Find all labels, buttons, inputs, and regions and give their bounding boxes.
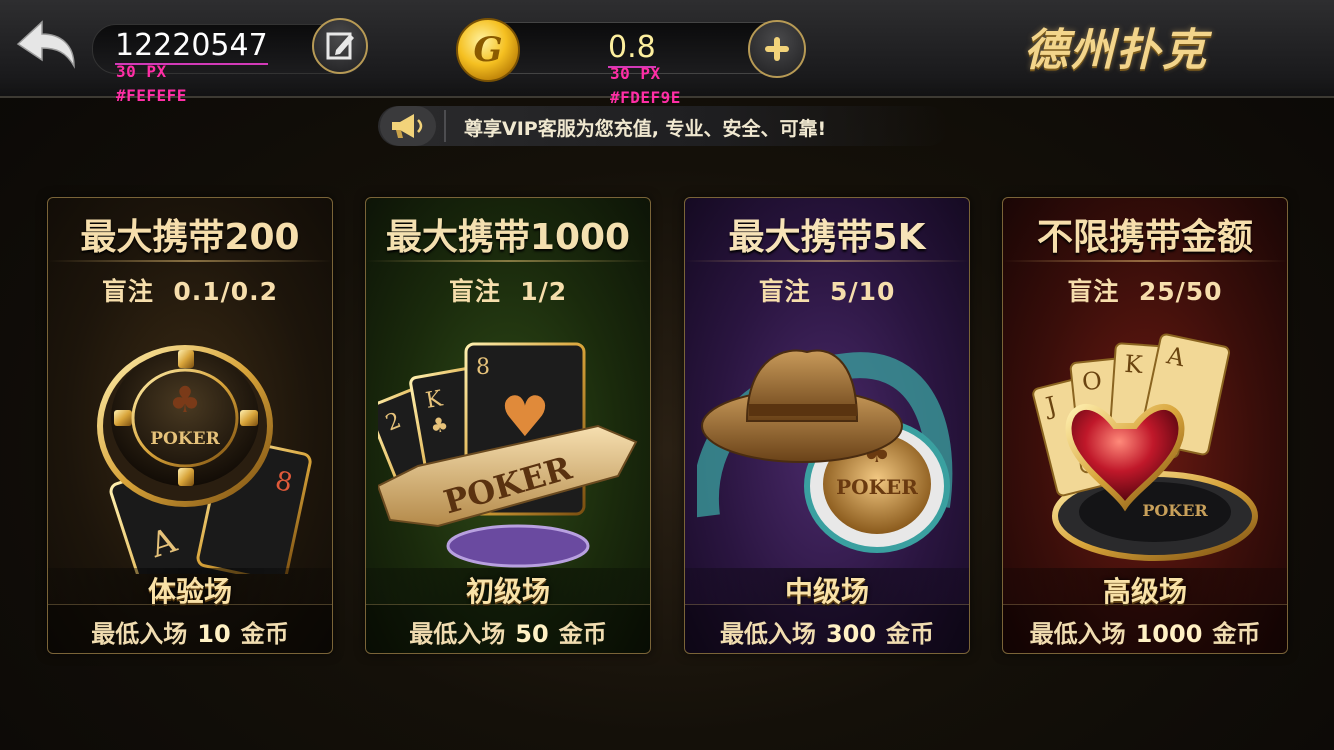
- room-card-intermediate[interactable]: 最大携带5K 盲注 5/10 ♣ POKER 中级场 最低入场 300 金币: [684, 197, 970, 654]
- room-card-advanced[interactable]: 不限携带金额 盲注 25/50 J O K A POKER 高级场 最低入场 10…: [1002, 197, 1288, 654]
- blind-value: 5/10: [830, 277, 896, 306]
- user-id-text: 12220547: [115, 28, 268, 65]
- min-entry: 最低入场 50 金币: [366, 614, 650, 649]
- room-blind: 盲注 1/2: [366, 272, 650, 308]
- coin-balance-text: 0.8: [608, 30, 656, 68]
- min-entry-unit: 金币: [886, 620, 935, 648]
- min-entry-label: 最低入场: [91, 620, 188, 648]
- card-rank: 8: [476, 355, 490, 380]
- coin-icon: G: [456, 18, 520, 82]
- blind-label: 盲注: [1067, 277, 1120, 306]
- blind-label: 盲注: [758, 277, 811, 306]
- heart-gem-chip-illustration: J O K A POKER: [1032, 333, 1258, 561]
- card-letter: O: [1081, 366, 1104, 396]
- poker-text: POKER: [150, 429, 220, 449]
- room-carry-limit: 不限携带金额: [1036, 217, 1253, 258]
- blind-label: 盲注: [448, 277, 501, 306]
- id-size-annotation: 30 PX: [116, 62, 167, 81]
- notice-divider: [444, 110, 446, 142]
- room-carry-limit: 最大携带200: [80, 217, 300, 258]
- min-entry-unit: 金币: [558, 620, 607, 648]
- room-blind: 盲注 0.1/0.2: [48, 272, 332, 308]
- edit-button[interactable]: [312, 18, 368, 74]
- min-entry-label: 最低入场: [409, 620, 506, 648]
- coin-color-annotation: #FDEF9E: [610, 88, 681, 107]
- room-card-trial[interactable]: 最大携带200 盲注 0.1/0.2 A 8 ♣ POKER 体验场 最低入场 1…: [47, 197, 333, 654]
- notice-text: 尊享VIP客服为您充值, 专业、安全、可靠!: [464, 118, 827, 140]
- title-divider: [48, 260, 332, 262]
- room-blind: 盲注 5/10: [685, 272, 969, 308]
- room-blind: 盲注 25/50: [1003, 272, 1287, 308]
- title-divider: [685, 260, 969, 262]
- min-entry-unit: 金币: [1212, 620, 1261, 648]
- min-entry-amount: 50: [515, 620, 549, 648]
- room-carry-limit: 最大携带5K: [728, 217, 926, 258]
- title-divider: [1003, 260, 1287, 262]
- poker-text: POKER: [836, 475, 918, 499]
- poker-cards-banner-illustration: 2 K♣ 8 ♥ POKER: [378, 342, 638, 568]
- min-entry: 最低入场 300 金币: [685, 614, 969, 649]
- min-entry-amount: 1000: [1135, 620, 1203, 648]
- notice-horn-button[interactable]: [380, 106, 436, 146]
- min-entry: 最低入场 1000 金币: [1003, 614, 1287, 649]
- blind-label: 盲注: [101, 277, 154, 306]
- club-icon: ♣: [169, 380, 201, 421]
- coin-size-annotation: 30 PX: [610, 64, 661, 83]
- blind-value: 1/2: [520, 277, 568, 306]
- card-letter: K: [1124, 350, 1145, 379]
- min-entry: 最低入场 10 金币: [48, 614, 332, 649]
- cowboy-hat-chip-illustration: ♣ POKER: [697, 349, 953, 553]
- room-card-beginner[interactable]: 最大携带1000 盲注 1/2 2 K ♣ 8 ♥ POKER 初级场 最低入场 5…: [365, 197, 651, 654]
- blind-value: 25/50: [1138, 277, 1223, 306]
- megaphone-icon: [392, 114, 423, 138]
- min-entry-unit: 金币: [240, 620, 289, 648]
- game-logo: 德州扑克: [1024, 25, 1208, 76]
- edit-icon: [326, 32, 354, 60]
- min-entry-label: 最低入场: [1029, 620, 1126, 648]
- min-entry-label: 最低入场: [719, 620, 816, 648]
- min-entry-amount: 300: [825, 620, 877, 648]
- poker-text: POKER: [1142, 501, 1208, 520]
- recharge-plus-button[interactable]: [748, 20, 806, 78]
- id-color-annotation: #FEFEFE: [116, 86, 187, 105]
- back-arrow-icon: [16, 20, 75, 69]
- room-carry-limit: 最大携带1000: [385, 217, 631, 258]
- back-button[interactable]: [14, 18, 78, 74]
- min-entry-amount: 10: [197, 620, 231, 648]
- blind-value: 0.1/0.2: [173, 277, 279, 306]
- title-divider: [366, 260, 650, 262]
- poker-chip-cards-illustration: A 8 ♣ POKER: [97, 345, 312, 574]
